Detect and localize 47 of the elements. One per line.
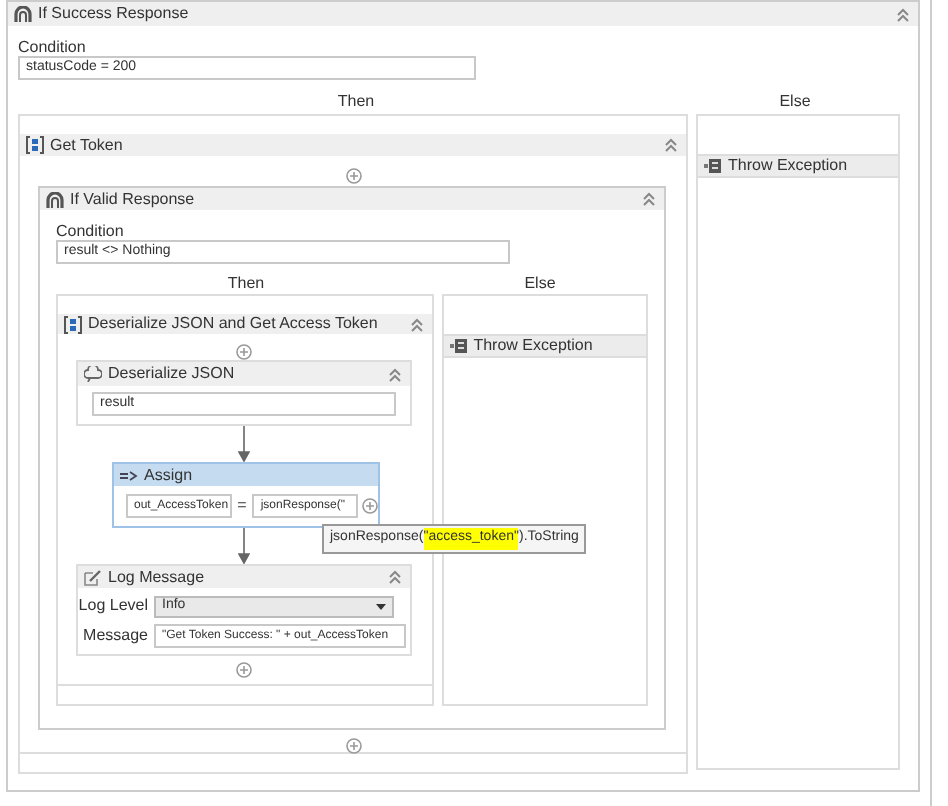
branch-icon <box>46 191 64 207</box>
condition-label: Condition <box>18 36 88 56</box>
else-label: Else <box>777 90 813 110</box>
pencil-icon <box>84 569 102 585</box>
cloud-icon <box>84 366 102 382</box>
add-icon[interactable] <box>361 498 378 514</box>
throw-icon <box>449 338 468 354</box>
activity-title: If Valid Response <box>70 187 195 211</box>
add-icon[interactable] <box>345 168 361 184</box>
assign-icon <box>120 469 138 481</box>
throw-icon <box>704 158 722 174</box>
activity-title: Log Message <box>108 565 205 589</box>
activity-header[interactable]: Deserialize JSON <box>78 362 410 386</box>
throw-exception-activity[interactable]: Throw Exception <box>443 334 646 358</box>
dropdown-arrow-icon <box>376 603 386 609</box>
field-label: Message <box>81 624 150 648</box>
connector-arrow <box>238 426 251 462</box>
throw-exception-activity[interactable]: Throw Exception <box>698 154 898 178</box>
sequence-icon <box>64 315 82 333</box>
activity-header[interactable]: If Valid Response <box>40 188 664 210</box>
activity-header[interactable]: If Success Response <box>8 2 918 26</box>
collapse-icon[interactable] <box>664 138 678 152</box>
activity-header[interactable]: Get Token <box>20 134 686 156</box>
if-activity[interactable] <box>38 186 666 730</box>
branch-icon <box>14 6 32 22</box>
connector-arrow <box>238 528 251 564</box>
add-icon[interactable] <box>236 662 253 678</box>
activity-title: Deserialize JSON <box>108 362 235 386</box>
equals-sign: = <box>235 494 249 518</box>
sequence-icon <box>26 136 44 154</box>
collapse-icon[interactable] <box>642 192 656 206</box>
add-icon[interactable] <box>236 344 253 360</box>
collapse-icon[interactable] <box>409 317 424 331</box>
add-icon[interactable] <box>345 738 361 754</box>
condition-label: Condition <box>56 220 126 240</box>
activity-header[interactable]: Log Message <box>78 566 410 588</box>
activity-header[interactable]: Deserialize JSON and Get Access Token <box>58 314 432 334</box>
field-label: Log Level <box>78 594 150 618</box>
collapse-icon[interactable] <box>388 367 402 381</box>
activity-header[interactable]: Assign <box>114 464 378 486</box>
activity-title: Deserialize JSON and Get Access Token <box>88 312 378 336</box>
activity-title: Get Token <box>50 133 123 157</box>
collapse-icon[interactable] <box>896 7 910 21</box>
then-label: Then <box>335 90 377 110</box>
else-label: Else <box>522 272 558 292</box>
collapse-icon[interactable] <box>388 570 402 584</box>
then-label: Then <box>225 272 267 292</box>
